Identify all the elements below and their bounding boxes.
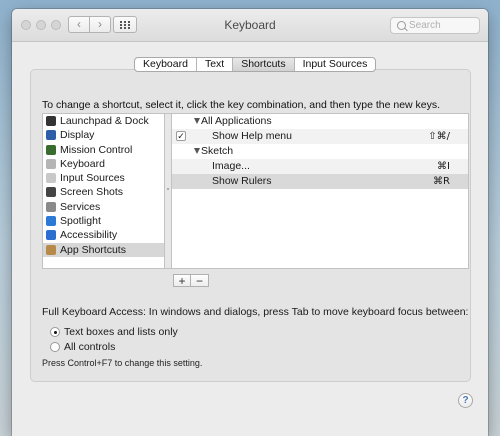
full-keyboard-access-label: Full Keyboard Access: In windows and dia… xyxy=(42,306,469,318)
help-button[interactable]: ? xyxy=(458,393,473,408)
shortcut-group-row[interactable]: Sketch xyxy=(172,144,468,159)
search-field[interactable] xyxy=(390,17,480,34)
disclosure-triangle-icon[interactable] xyxy=(194,148,200,154)
category-label: Launchpad & Dock xyxy=(60,115,149,127)
category-label: Spotlight xyxy=(60,215,101,228)
mission-control-icon xyxy=(46,144,56,155)
category-label: Services xyxy=(60,200,101,213)
shortcut-keys[interactable]: ⌘R xyxy=(433,174,450,189)
shortcut-group-row[interactable]: All Applications xyxy=(172,114,468,129)
category-item[interactable]: Accessibility xyxy=(43,228,164,242)
accessibility-icon xyxy=(46,230,56,241)
add-remove-controls: + − xyxy=(173,274,209,287)
shortcut-label: Show Help menu xyxy=(212,130,292,142)
category-item[interactable]: Spotlight xyxy=(43,214,164,228)
screen-shots-icon xyxy=(46,187,56,198)
category-label: Display xyxy=(60,129,95,142)
instructions-text: To change a shortcut, select it, click t… xyxy=(42,99,441,111)
shortcut-group-label: All Applications xyxy=(201,115,272,127)
category-item[interactable]: Keyboard xyxy=(43,157,164,171)
search-icon xyxy=(397,21,406,30)
radio-button-selected[interactable] xyxy=(50,327,60,337)
radio-label: Text boxes and lists only xyxy=(64,326,178,338)
category-item[interactable]: Screen Shots xyxy=(43,185,164,199)
spotlight-icon xyxy=(46,216,56,227)
title-bar: ‹ › Keyboard xyxy=(12,9,488,42)
category-label: Keyboard xyxy=(60,157,105,170)
shortcut-row[interactable]: Image... ⌘I xyxy=(172,159,468,174)
input-sources-icon xyxy=(46,173,56,184)
category-label: Screen Shots xyxy=(60,186,124,199)
category-label: Input Sources xyxy=(60,172,125,185)
category-item[interactable]: Mission Control xyxy=(43,143,164,157)
category-label: App Shortcuts xyxy=(60,243,126,256)
category-item[interactable]: Display xyxy=(43,128,164,142)
category-label: Mission Control xyxy=(60,143,133,156)
add-shortcut-button[interactable]: + xyxy=(173,274,191,287)
checkmark-icon: ✓ xyxy=(177,131,185,141)
tab-input-sources[interactable]: Input Sources xyxy=(295,58,376,71)
category-item[interactable]: Services xyxy=(43,200,164,214)
app-shortcuts-icon xyxy=(46,244,56,255)
shortcut-category-list[interactable]: Launchpad & Dock Display Mission Control Ke… xyxy=(42,113,165,269)
keyboard-preferences-window: ‹ › Keyboard Keyboard Text Shortcuts Inp… xyxy=(12,9,488,436)
shortcut-row[interactable]: Show Rulers ⌘R xyxy=(172,174,468,189)
radio-button[interactable] xyxy=(50,342,60,352)
shortcut-row[interactable]: ✓ Show Help menu ⇧⌘/ xyxy=(172,129,468,144)
shortcut-label: Show Rulers xyxy=(212,175,272,187)
category-item[interactable]: Input Sources xyxy=(43,171,164,185)
shortcut-list[interactable]: All Applications ✓ Show Help menu ⇧⌘/ Sketch… xyxy=(171,113,469,269)
display-icon xyxy=(46,130,56,141)
shortcut-group-label: Sketch xyxy=(201,145,234,157)
remove-shortcut-button[interactable]: − xyxy=(191,274,209,287)
category-item[interactable]: Launchpad & Dock xyxy=(43,114,164,128)
disclosure-triangle-icon[interactable] xyxy=(194,118,200,124)
tab-shortcuts[interactable]: Shortcuts xyxy=(233,58,295,71)
control-f7-hint: Press Control+F7 to change this setting. xyxy=(42,358,203,368)
tab-keyboard[interactable]: Keyboard xyxy=(135,58,197,71)
shortcut-keys[interactable]: ⌘I xyxy=(437,159,450,174)
keyboard-icon xyxy=(46,158,56,169)
shortcut-label: Image... xyxy=(212,160,250,172)
radio-label: All controls xyxy=(64,341,116,353)
category-item[interactable]: App Shortcuts xyxy=(43,242,164,257)
shortcut-enabled-checkbox[interactable]: ✓ xyxy=(176,131,186,141)
shortcut-keys[interactable]: ⇧⌘/ xyxy=(428,129,450,144)
tab-bar: Keyboard Text Shortcuts Input Sources xyxy=(134,57,377,72)
category-label: Accessibility xyxy=(60,229,118,242)
tab-text[interactable]: Text xyxy=(197,58,234,71)
launchpad-icon xyxy=(46,116,56,126)
services-icon xyxy=(46,201,56,212)
search-input[interactable] xyxy=(409,18,477,33)
